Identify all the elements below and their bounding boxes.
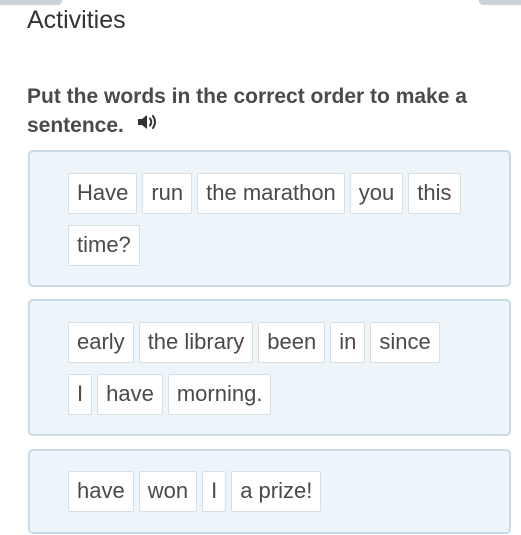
sentence-card-1[interactable]: Have run the marathon you this time?: [28, 150, 511, 287]
word-tile[interactable]: Have: [68, 173, 138, 214]
word-tile-list: early the library been in since I have m…: [68, 322, 468, 426]
word-tile[interactable]: morning.: [167, 374, 272, 415]
word-tile[interactable]: in: [330, 322, 366, 363]
word-tile[interactable]: a prize!: [231, 471, 322, 512]
top-decor-left: [0, 0, 62, 5]
word-tile-list: have won I a prize!: [68, 471, 468, 523]
word-tile[interactable]: you: [349, 173, 404, 214]
page-title: Activities: [27, 6, 126, 34]
word-tile-list: Have run the marathon you this time?: [68, 173, 468, 277]
word-tile[interactable]: run: [142, 173, 193, 214]
exercise-instruction: Put the words in the correct order to ma…: [27, 82, 512, 140]
word-tile[interactable]: I: [68, 374, 93, 415]
word-tile[interactable]: I: [202, 471, 227, 512]
word-tile[interactable]: early: [68, 322, 134, 363]
word-tile[interactable]: since: [370, 322, 440, 363]
word-tile[interactable]: time?: [68, 225, 140, 266]
word-tile[interactable]: have: [97, 374, 163, 415]
word-tile[interactable]: the library: [138, 322, 254, 363]
instruction-text: Put the words in the correct order to ma…: [27, 85, 467, 137]
word-tile[interactable]: been: [258, 322, 326, 363]
word-tile[interactable]: won: [138, 471, 198, 512]
top-decor-right: [479, 0, 521, 5]
sentence-card-2[interactable]: early the library been in since I have m…: [28, 299, 511, 436]
word-tile[interactable]: this: [408, 173, 461, 214]
speaker-icon[interactable]: [136, 110, 158, 139]
sentence-card-3[interactable]: have won I a prize!: [28, 449, 511, 534]
word-tile[interactable]: have: [68, 471, 134, 512]
word-tile[interactable]: the marathon: [197, 173, 345, 214]
